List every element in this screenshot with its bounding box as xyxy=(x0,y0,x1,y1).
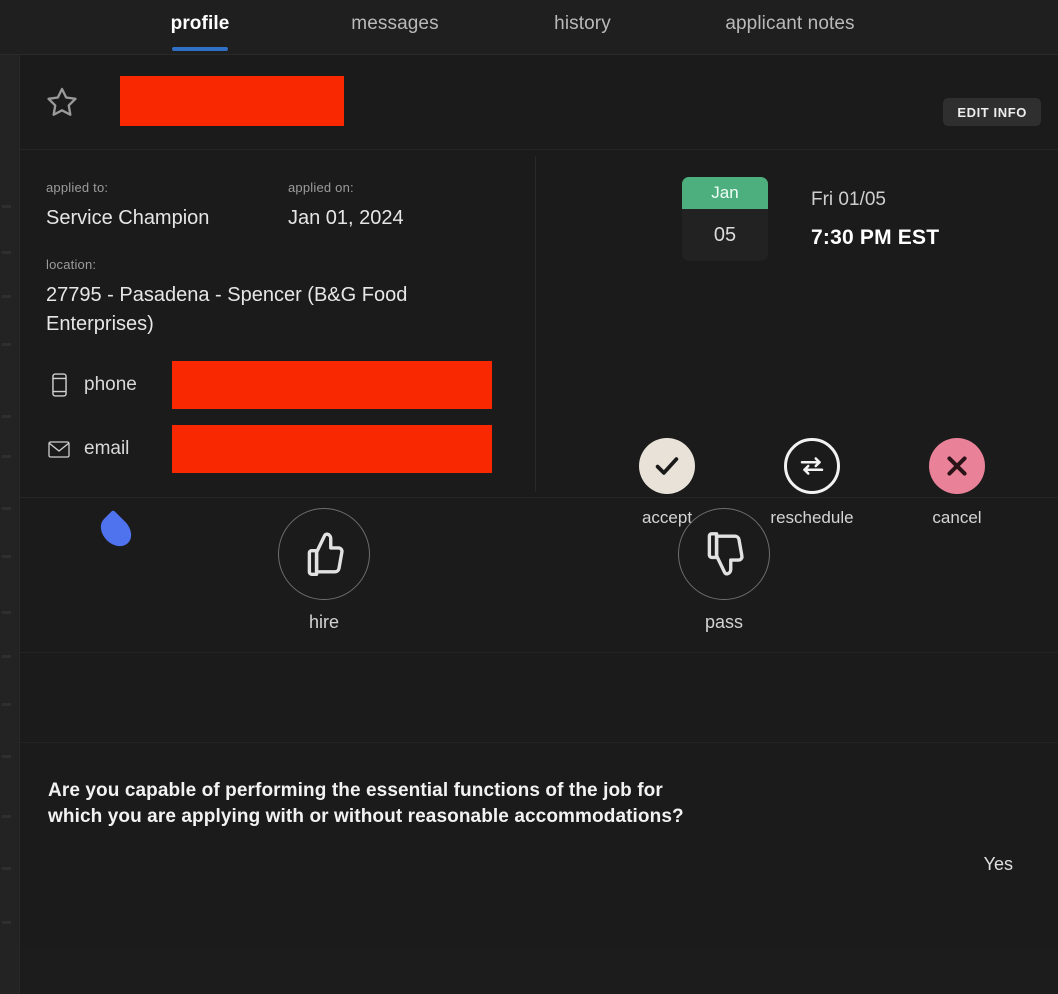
profile-header: EDIT INFO xyxy=(20,55,1058,150)
email-row: email xyxy=(46,425,535,473)
phone-row: phone xyxy=(46,361,535,409)
location-value: 27795 - Pasadena - Spencer (B&G Food Ent… xyxy=(46,284,408,335)
interview-month: Jan xyxy=(682,177,768,209)
phone-label: phone xyxy=(84,374,137,395)
screening-question-block: Are you capable of performing the essent… xyxy=(20,743,1058,875)
tab-profile[interactable]: profile xyxy=(100,0,300,55)
applied-to-label: applied to: xyxy=(46,180,109,195)
applicant-profile-screen: profile messages history applicant notes xyxy=(0,0,1058,994)
profile-body: applied to: Service Champion applied on:… xyxy=(20,150,1058,527)
interview-day-of-week: Fri 01/05 xyxy=(811,189,886,210)
tab-history-label: history xyxy=(554,13,611,34)
empty-spacer xyxy=(20,653,1058,743)
active-tab-underline xyxy=(172,47,228,51)
left-edge-strip xyxy=(0,55,20,994)
tab-messages[interactable]: messages xyxy=(300,0,490,55)
screening-question-text: Are you capable of performing the essent… xyxy=(48,780,684,828)
tab-applicant-notes-label: applicant notes xyxy=(725,13,855,34)
hire-label: hire xyxy=(308,612,339,632)
hire-button[interactable]: hire xyxy=(278,508,370,633)
candidate-name-redaction xyxy=(120,76,344,126)
profile-card: EDIT INFO applied to: Service Champion a… xyxy=(20,55,1058,950)
teardrop-cursor-icon xyxy=(94,509,138,553)
interview-date-card: Jan 05 xyxy=(682,177,768,261)
interview-time: 7:30 PM EST xyxy=(811,226,940,249)
mobile-phone-icon xyxy=(46,373,72,397)
location-label: location: xyxy=(46,257,97,272)
phone-value-redaction xyxy=(172,361,492,409)
interview-date-text: Fri 01/05 7:30 PM EST xyxy=(811,177,939,250)
applied-to-block: applied to: Service Champion xyxy=(46,180,288,233)
tab-messages-label: messages xyxy=(351,13,439,34)
tab-bar: profile messages history applicant notes xyxy=(0,0,1058,55)
swap-arrows-icon xyxy=(784,438,840,494)
interview-day: 05 xyxy=(713,223,737,246)
checkmark-icon xyxy=(639,438,695,494)
favorite-star-icon[interactable] xyxy=(42,83,82,123)
location-block: location: 27795 - Pasadena - Spencer (B&… xyxy=(46,257,446,339)
decision-row: hire pass xyxy=(20,498,1058,653)
email-value-redaction xyxy=(172,425,492,473)
pass-button[interactable]: pass xyxy=(678,508,770,633)
thumbs-down-icon xyxy=(678,508,770,600)
screening-question-answer: Yes xyxy=(983,854,1013,875)
tab-profile-label: profile xyxy=(170,13,230,34)
tab-history[interactable]: history xyxy=(490,0,675,55)
applied-on-label: applied on: xyxy=(288,180,354,195)
interview-panel: Jan 05 Fri 01/05 7:30 PM EST accept resc… xyxy=(536,150,1058,527)
applied-on-block: applied on: Jan 01, 2024 xyxy=(288,180,404,233)
tab-applicant-notes[interactable]: applicant notes xyxy=(675,0,905,55)
interview-datetime: Jan 05 Fri 01/05 7:30 PM EST xyxy=(682,177,939,261)
edit-info-button[interactable]: EDIT INFO xyxy=(943,98,1041,126)
applied-to-value: Service Champion xyxy=(46,207,210,229)
x-close-icon xyxy=(929,438,985,494)
email-label: email xyxy=(84,438,130,459)
applied-on-value: Jan 01, 2024 xyxy=(288,207,404,229)
thumbs-up-icon xyxy=(278,508,370,600)
pass-label: pass xyxy=(704,612,744,632)
envelope-icon xyxy=(46,440,72,458)
applicant-info-panel: applied to: Service Champion applied on:… xyxy=(20,150,535,498)
